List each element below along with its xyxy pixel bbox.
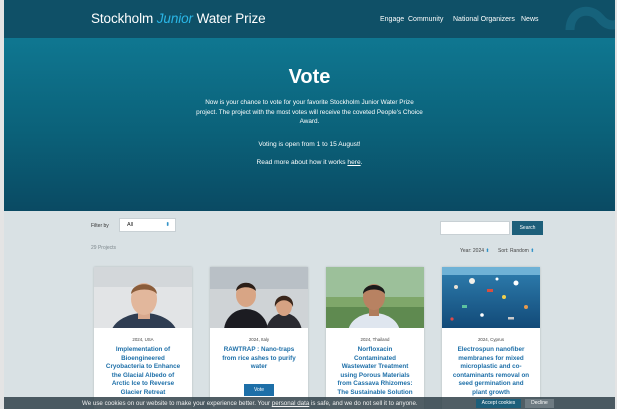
vote-button[interactable]: Vote — [244, 384, 274, 396]
filter-select[interactable]: All ⬍ — [119, 218, 176, 232]
project-count: 29 Projects — [91, 245, 117, 251]
filter-select-value: All — [127, 222, 134, 228]
search-input[interactable] — [440, 221, 510, 235]
chevron-updown-icon: ⬍ — [165, 222, 170, 228]
year-select[interactable]: Year: 2024 ⬍ — [460, 248, 490, 254]
cookie-text-suffix: is safe, and we do not sell it to anyone… — [311, 400, 418, 407]
project-meta: 2024, Cyprus — [477, 337, 505, 342]
project-meta: 2024, Italy — [248, 337, 270, 342]
sort-select[interactable]: Sort: Random ⬍ — [498, 248, 534, 254]
project-card[interactable]: 2024, Cyprus Electrospun nanofiber membr… — [442, 267, 540, 409]
site-logo[interactable]: Stockholm Junior Water Prize — [91, 11, 266, 26]
read-more-text: Read more about how it works here. — [4, 159, 615, 166]
logo-text-stockholm: Stockholm — [91, 11, 154, 26]
project-card[interactable]: 2024, USA Implementation of Bioengineere… — [94, 267, 192, 409]
filter-label: Filter by — [91, 223, 109, 229]
personal-data-link[interactable]: personal data — [272, 400, 310, 407]
read-more-link[interactable]: here — [347, 159, 360, 166]
project-meta: 2024, USA — [132, 337, 154, 342]
project-title[interactable]: RAWTRAP : Nano-traps from rice ashes to … — [220, 346, 298, 372]
project-title[interactable]: Electrospun nanofiber membranes for mixe… — [452, 346, 530, 398]
read-more-suffix: . — [360, 159, 363, 166]
read-more-prefix: Read more about how it works — [256, 159, 346, 166]
sort-select-label: Sort: Random — [498, 248, 529, 254]
nav-community[interactable]: Community — [408, 16, 443, 23]
top-navigation-bar: Stockholm Junior Water Prize Engage Comm… — [4, 0, 615, 38]
voting-dates: Voting is open from 1 to 15 August! — [258, 141, 361, 148]
project-card[interactable]: 2024, Thailand Norfloxacin Contaminated … — [326, 267, 424, 409]
project-title[interactable]: Norfloxacin Contaminated Wastewater Trea… — [336, 346, 414, 398]
cookie-text-prefix: We use cookies on our website to make yo… — [82, 400, 271, 407]
nav-engage[interactable]: Engage — [380, 16, 404, 23]
logo-text-water-prize: Water Prize — [196, 11, 266, 26]
nav-national-organizers[interactable]: National Organizers — [453, 16, 515, 23]
project-meta: 2024, Thailand — [360, 337, 390, 342]
accept-cookies-button[interactable]: Accept cookies — [476, 399, 521, 408]
project-image-portrait-outdoor — [326, 267, 424, 328]
cookie-banner: We use cookies on our website to make yo… — [4, 397, 615, 409]
project-image-portrait-boy — [94, 267, 192, 328]
page-title: Vote — [288, 66, 331, 88]
chevron-updown-icon: ⬍ — [485, 248, 490, 254]
year-select-label: Year: 2024 — [460, 248, 485, 254]
nav-news[interactable]: News — [521, 16, 539, 23]
hero-description: Now is your chance to vote for your favo… — [196, 99, 423, 126]
project-title[interactable]: Implementation of Bioengineered Cryobact… — [104, 346, 182, 398]
search-button[interactable]: Search — [512, 221, 543, 235]
chevron-updown-icon: ⬍ — [530, 248, 535, 254]
project-image-underwater-plastic — [442, 267, 540, 328]
project-card[interactable]: 2024, Italy RAWTRAP : Nano-traps from ri… — [210, 267, 308, 409]
decline-cookies-button[interactable]: Decline — [525, 399, 554, 408]
page: Stockholm Junior Water Prize Engage Comm… — [4, 0, 615, 409]
project-image-two-students — [210, 267, 308, 328]
logo-text-junior: Junior — [156, 11, 193, 26]
hero-banner: Vote Now is your chance to vote for your… — [4, 38, 615, 211]
cookie-text: We use cookies on our website to make yo… — [82, 400, 418, 407]
